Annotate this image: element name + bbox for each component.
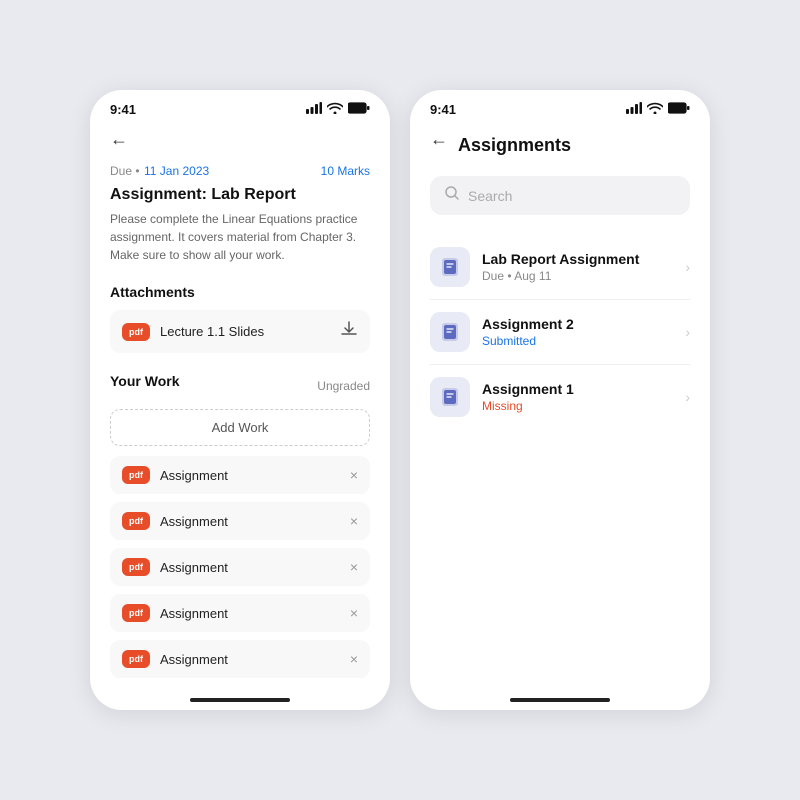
work-item-2: pdf Assignment × bbox=[110, 502, 370, 540]
due-info: Due • 11 Jan 2023 bbox=[110, 162, 209, 180]
close-icon-2[interactable]: × bbox=[350, 513, 358, 529]
home-indicator-left bbox=[90, 682, 390, 710]
work-item-5: pdf Assignment × bbox=[110, 640, 370, 678]
chevron-icon-1: › bbox=[685, 259, 690, 275]
download-icon[interactable] bbox=[340, 320, 358, 343]
right-phone: 9:41 bbox=[410, 90, 710, 710]
home-bar-right bbox=[510, 698, 610, 702]
chevron-icon-3: › bbox=[685, 389, 690, 405]
list-item-title-2: Assignment 2 bbox=[482, 316, 685, 332]
work-item-name-1: Assignment bbox=[160, 468, 350, 483]
signal-icon-right bbox=[626, 102, 642, 117]
pdf-badge-work-2: pdf bbox=[122, 512, 150, 530]
search-placeholder: Search bbox=[468, 188, 512, 204]
work-item-3: pdf Assignment × bbox=[110, 548, 370, 586]
list-item-title-3: Assignment 1 bbox=[482, 381, 685, 397]
add-work-button[interactable]: Add Work bbox=[110, 409, 370, 446]
page-title: Assignments bbox=[458, 135, 571, 156]
marks-label: 10 Marks bbox=[321, 164, 370, 178]
list-item-info-1: Lab Report Assignment Due • Aug 11 bbox=[482, 251, 685, 283]
work-item-name-2: Assignment bbox=[160, 514, 350, 529]
pdf-badge-work-4: pdf bbox=[122, 604, 150, 622]
due-date: 11 Jan 2023 bbox=[144, 164, 209, 178]
pdf-badge-work-5: pdf bbox=[122, 650, 150, 668]
work-item: pdf Assignment × bbox=[110, 456, 370, 494]
assignment-desc: Please complete the Linear Equations pra… bbox=[110, 210, 370, 264]
wifi-icon-right bbox=[647, 102, 663, 117]
close-icon-1[interactable]: × bbox=[350, 467, 358, 483]
time-left: 9:41 bbox=[110, 102, 136, 117]
home-indicator-right bbox=[410, 682, 710, 710]
search-icon bbox=[444, 185, 460, 206]
wifi-icon-left bbox=[327, 102, 343, 117]
status-icons-right bbox=[626, 102, 690, 117]
assignment-list-item-2[interactable]: Assignment 2 Submitted › bbox=[430, 300, 690, 365]
work-items-list: pdf Assignment × pdf Assignment × pdf As… bbox=[110, 456, 370, 678]
assignment-title: Assignment: Lab Report bbox=[110, 186, 370, 204]
book-icon-box-1 bbox=[430, 247, 470, 287]
work-item-4: pdf Assignment × bbox=[110, 594, 370, 632]
list-item-sub-1: Due • Aug 11 bbox=[482, 269, 685, 283]
back-button-right[interactable]: ← bbox=[430, 129, 448, 150]
your-work-row: Your Work Ungraded bbox=[110, 373, 370, 399]
list-item-info-2: Assignment 2 Submitted bbox=[482, 316, 685, 348]
left-phone-content: ← Due • 11 Jan 2023 10 Marks Assignment:… bbox=[90, 121, 390, 682]
attachment-item: pdf Lecture 1.1 Slides bbox=[110, 310, 370, 353]
list-item-sub-2: Submitted bbox=[482, 334, 685, 348]
pdf-badge-work-1: pdf bbox=[122, 466, 150, 484]
left-phone: 9:41 bbox=[90, 90, 390, 710]
close-icon-3[interactable]: × bbox=[350, 559, 358, 575]
time-right: 9:41 bbox=[430, 102, 456, 117]
grade-status: Ungraded bbox=[317, 379, 370, 393]
list-item-title-1: Lab Report Assignment bbox=[482, 251, 685, 267]
list-item-sub-3: Missing bbox=[482, 399, 685, 413]
your-work-label: Your Work bbox=[110, 373, 180, 389]
back-button-left[interactable]: ← bbox=[110, 129, 128, 150]
assignments-list: Lab Report Assignment Due • Aug 11 › Ass… bbox=[430, 235, 690, 429]
work-item-name-3: Assignment bbox=[160, 560, 350, 575]
battery-icon-left bbox=[348, 102, 370, 117]
home-bar-left bbox=[190, 698, 290, 702]
signal-icon-left bbox=[306, 102, 322, 117]
search-bar[interactable]: Search bbox=[430, 176, 690, 215]
page-header: ← Assignments bbox=[430, 129, 690, 162]
battery-icon-right bbox=[668, 102, 690, 117]
book-icon-box-3 bbox=[430, 377, 470, 417]
list-item-info-3: Assignment 1 Missing bbox=[482, 381, 685, 413]
work-item-name-4: Assignment bbox=[160, 606, 350, 621]
close-icon-4[interactable]: × bbox=[350, 605, 358, 621]
pdf-badge-work-3: pdf bbox=[122, 558, 150, 576]
assignment-list-item-1[interactable]: Lab Report Assignment Due • Aug 11 › bbox=[430, 235, 690, 300]
right-phone-content: ← Assignments Search bbox=[410, 121, 710, 682]
chevron-icon-2: › bbox=[685, 324, 690, 340]
status-bar-left: 9:41 bbox=[90, 90, 390, 121]
attachments-label: Attachments bbox=[110, 284, 370, 300]
pdf-badge-attachment: pdf bbox=[122, 323, 150, 341]
close-icon-5[interactable]: × bbox=[350, 651, 358, 667]
work-item-name-5: Assignment bbox=[160, 652, 350, 667]
assignment-list-item-3[interactable]: Assignment 1 Missing › bbox=[430, 365, 690, 429]
status-icons-left bbox=[306, 102, 370, 117]
due-row: Due • 11 Jan 2023 10 Marks bbox=[110, 162, 370, 180]
status-bar-right: 9:41 bbox=[410, 90, 710, 121]
attachment-name: Lecture 1.1 Slides bbox=[160, 324, 340, 339]
book-icon-box-2 bbox=[430, 312, 470, 352]
